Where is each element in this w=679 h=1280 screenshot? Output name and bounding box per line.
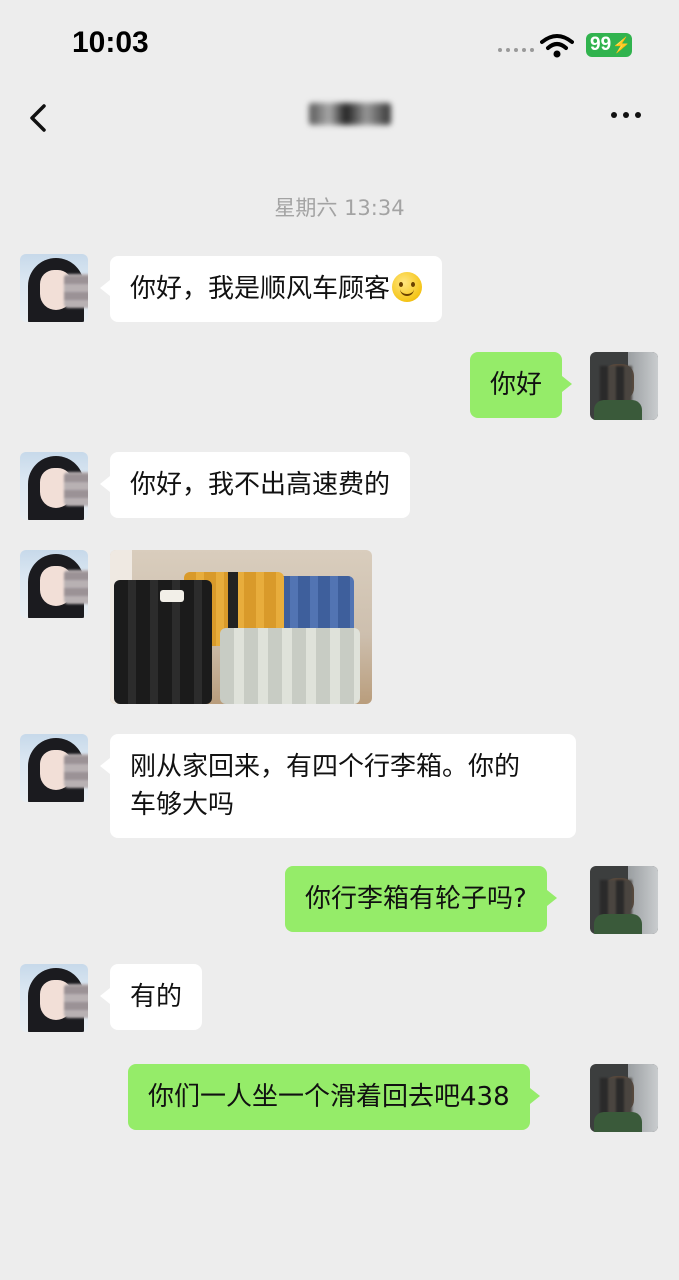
- signal-icon: [498, 48, 534, 52]
- avatar-customer[interactable]: [20, 734, 88, 802]
- status-time: 10:03: [72, 26, 149, 59]
- message-text: 你好: [490, 370, 543, 400]
- more-dots-icon[interactable]: [606, 102, 646, 128]
- message-bubble-incoming[interactable]: 刚从家回来，有四个行李箱。你的 车够大吗: [100, 734, 576, 838]
- message-text: 你们一人坐一个滑着回去吧438: [148, 1082, 510, 1112]
- avatar-customer[interactable]: [20, 964, 88, 1032]
- message-text: 你好，我不出高速费的: [130, 470, 391, 500]
- message-bubble-outgoing[interactable]: 你好: [470, 352, 573, 418]
- avatar-customer[interactable]: [20, 452, 88, 520]
- charging-icon: ⚡: [612, 37, 631, 54]
- message-text: 有的: [130, 982, 183, 1012]
- contact-name-redacted: [300, 98, 400, 130]
- suitcases-photo[interactable]: [110, 550, 372, 704]
- message-text: 刚从家回来，有四个行李箱。你的 车够大吗: [130, 752, 521, 820]
- chevron-left-icon[interactable]: [18, 96, 58, 136]
- chat-timestamp: 星期六 13:34: [274, 196, 405, 220]
- message-bubble-incoming[interactable]: 你好，我是顺风车顾客: [99, 256, 443, 322]
- message-text: 你好，我是顺风车顾客: [130, 274, 391, 304]
- message-bubble-incoming[interactable]: 你好，我不出高速费的: [99, 452, 411, 518]
- smile-emoji-icon: [392, 272, 423, 302]
- message-bubble-outgoing[interactable]: 你行李箱有轮子吗?: [285, 866, 557, 932]
- message-bubble-outgoing[interactable]: 你们一人坐一个滑着回去吧438: [128, 1064, 540, 1130]
- avatar-self[interactable]: [590, 866, 658, 934]
- avatar-customer[interactable]: [20, 550, 88, 618]
- status-bar: 10:03 99 ⚡: [0, 0, 679, 88]
- avatar-customer[interactable]: [20, 254, 88, 322]
- avatar-self[interactable]: [590, 1064, 658, 1132]
- chat-header: [0, 88, 679, 152]
- battery-icon: 99 ⚡: [586, 33, 632, 57]
- message-text: 你行李箱有轮子吗?: [305, 884, 527, 914]
- message-bubble-incoming[interactable]: 有的: [99, 964, 203, 1030]
- battery-level: 99: [590, 34, 612, 55]
- avatar-self[interactable]: [590, 352, 658, 420]
- wifi-icon: [540, 34, 574, 58]
